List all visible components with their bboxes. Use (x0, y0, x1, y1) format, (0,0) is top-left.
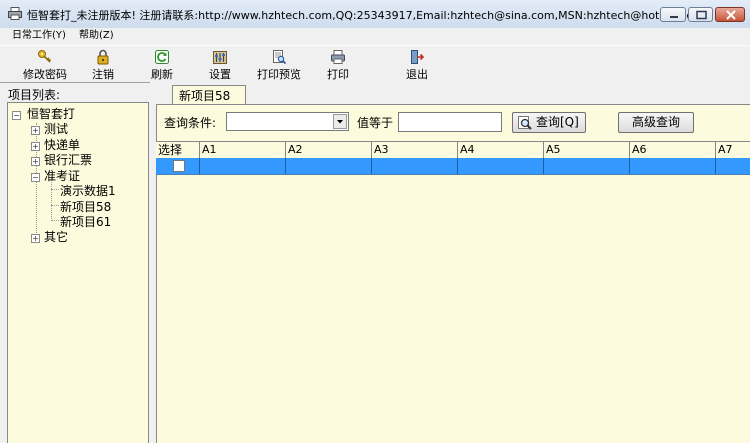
table-cell[interactable] (372, 158, 458, 174)
equals-label: 值等于 (357, 116, 394, 130)
change-password-button[interactable]: 修改密码 (15, 48, 75, 81)
row-checkbox[interactable] (173, 160, 185, 172)
logout-button[interactable]: 注销 (73, 48, 133, 81)
project-list-header: 项目列表: (8, 88, 61, 102)
minimize-button[interactable] (660, 7, 686, 22)
tree-expander[interactable]: − (31, 173, 40, 182)
menu-daily-work[interactable]: 日常工作(Y) (12, 28, 66, 44)
tab-project-58[interactable]: 新项目58 (172, 85, 246, 104)
toolbar-label: 打印 (327, 68, 349, 81)
column-header-a7[interactable]: A7 (716, 142, 750, 158)
tree-item-express[interactable]: 快递单 (44, 137, 80, 153)
tree-item-admission-ticket[interactable]: 准考证 (44, 168, 80, 184)
toolbar-label: 退出 (406, 68, 428, 81)
settings-icon (213, 51, 227, 64)
dropdown-arrow-button[interactable] (333, 114, 347, 129)
tree-expander[interactable]: + (31, 234, 40, 243)
query-button[interactable]: 查询[Q] (512, 112, 586, 133)
tree-item-other[interactable]: 其它 (44, 229, 68, 245)
column-header-select[interactable]: 选择 (156, 142, 200, 158)
exit-button[interactable]: 退出 (387, 48, 447, 81)
column-header-a4[interactable]: A4 (458, 142, 544, 158)
chevron-down-icon (337, 120, 343, 124)
maximize-button[interactable] (688, 7, 713, 22)
tree-connector (51, 205, 59, 206)
key-icon (38, 50, 52, 63)
tree-expander[interactable]: + (31, 126, 40, 135)
table-cell[interactable] (200, 158, 286, 174)
column-header-a1[interactable]: A1 (200, 142, 286, 158)
toolbar: 修改密码 注销 刷新 设置 打印预览 打印 退出 (0, 45, 750, 83)
column-header-a3[interactable]: A3 (372, 142, 458, 158)
window-title: 恒智套打_未注册版本! 注册请联系:http://www.hzhtech.com… (27, 9, 710, 22)
row-select-cell[interactable] (156, 158, 200, 174)
minimize-icon (670, 16, 678, 18)
search-icon (518, 116, 532, 130)
column-header-a2[interactable]: A2 (286, 142, 372, 158)
tree-root[interactable]: 恒智套打 (27, 106, 75, 122)
tree-connector (51, 189, 59, 190)
grid-header: 选择 A1 A2 A3 A4 A5 A6 A7 (156, 141, 750, 159)
table-cell[interactable] (630, 158, 716, 174)
table-row[interactable] (156, 158, 750, 175)
title-bar[interactable]: 恒智套打_未注册版本! 注册请联系:http://www.hzhtech.com… (0, 0, 750, 29)
app-printer-icon (8, 7, 22, 20)
toolbar-label: 注销 (92, 68, 114, 81)
query-condition-label: 查询条件: (164, 116, 217, 130)
table-cell[interactable] (544, 158, 630, 174)
tree-item-demo-data[interactable]: 演示数据1 (60, 183, 116, 199)
tree-expander[interactable]: + (31, 157, 40, 166)
menu-bar: 日常工作(Y) 帮助(Z) (0, 28, 750, 44)
print-preview-icon (273, 50, 287, 65)
refresh-button[interactable]: 刷新 (132, 48, 192, 81)
maximize-icon (696, 10, 707, 20)
toolbar-label: 刷新 (151, 68, 173, 81)
refresh-icon (155, 50, 169, 64)
tree-item-bank-draft[interactable]: 银行汇票 (44, 152, 92, 168)
data-grid[interactable]: 选择 A1 A2 A3 A4 A5 A6 A7 (156, 141, 750, 443)
query-value-input[interactable] (398, 112, 502, 132)
main-window: 恒智套打_未注册版本! 注册请联系:http://www.hzhtech.com… (0, 0, 750, 443)
tree-item-project-58[interactable]: 新项目58 (60, 199, 111, 215)
column-header-a6[interactable]: A6 (630, 142, 716, 158)
tab-label: 新项目58 (179, 89, 231, 103)
toolbar-label: 设置 (209, 68, 231, 81)
project-tree[interactable]: − 恒智套打 + 测试 + 快递单 + 银行汇票 − 准考证 演示数据1 新项目… (7, 102, 149, 443)
settings-button[interactable]: 设置 (190, 48, 250, 81)
table-cell[interactable] (458, 158, 544, 174)
column-header-a5[interactable]: A5 (544, 142, 630, 158)
tree-expander[interactable]: + (31, 142, 40, 151)
print-button[interactable]: 打印 (308, 48, 368, 81)
tree-item-test[interactable]: 测试 (44, 121, 68, 137)
print-preview-button[interactable]: 打印预览 (249, 48, 309, 81)
menu-help[interactable]: 帮助(Z) (79, 28, 114, 44)
tree-item-project-61[interactable]: 新项目61 (60, 214, 111, 230)
advanced-query-button[interactable]: 高级查询 (618, 112, 694, 133)
exit-icon (411, 50, 425, 64)
printer-icon (331, 50, 345, 64)
tree-expander[interactable]: − (12, 111, 21, 120)
query-button-label: 查询[Q] (536, 115, 579, 129)
table-cell[interactable] (716, 158, 750, 174)
query-condition-select[interactable] (226, 112, 349, 131)
lock-icon (97, 49, 109, 65)
close-icon (726, 10, 736, 20)
toolbar-label: 打印预览 (257, 68, 301, 81)
table-cell[interactable] (286, 158, 372, 174)
tree-connector (51, 220, 59, 221)
close-button[interactable] (715, 7, 745, 22)
toolbar-label: 修改密码 (23, 68, 67, 81)
